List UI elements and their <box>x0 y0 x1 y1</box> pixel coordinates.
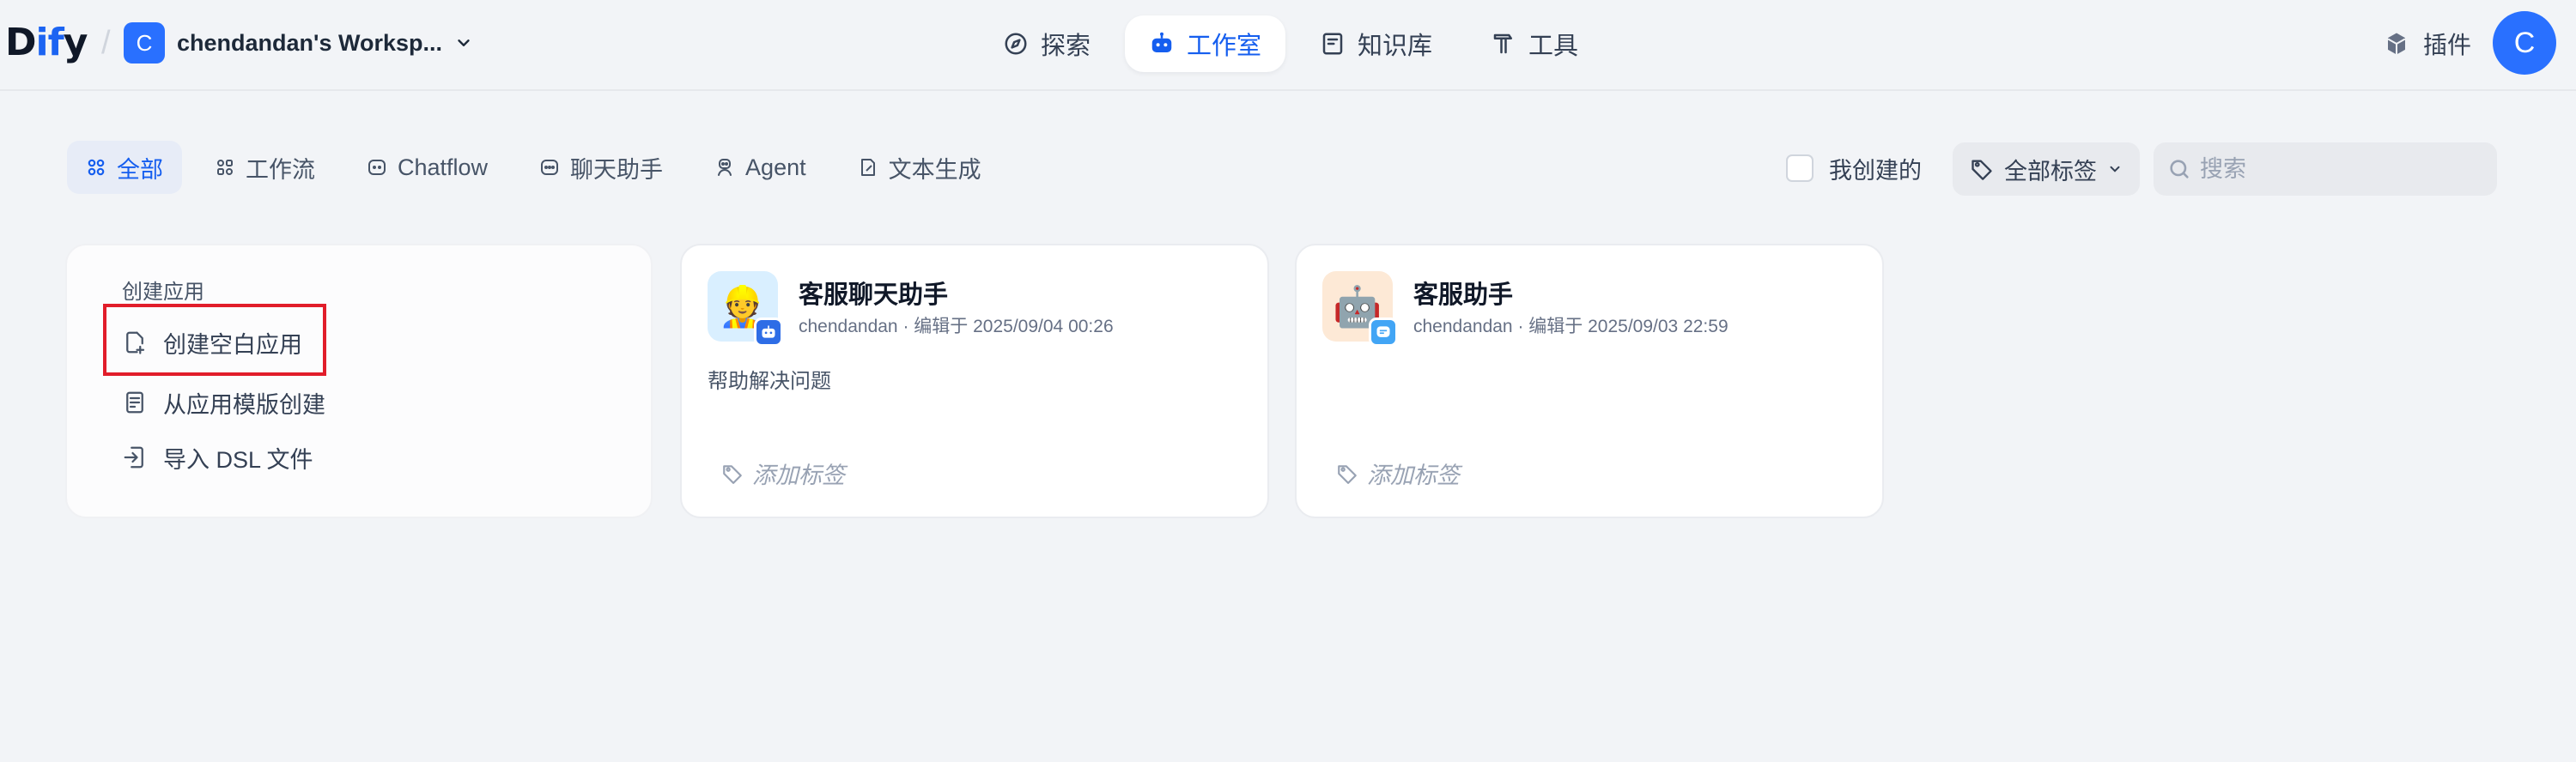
chat-bubble-icon <box>539 157 560 178</box>
created-by-me-checkbox[interactable] <box>1786 154 1814 182</box>
blank-file-icon <box>122 330 148 355</box>
created-by-me-filter[interactable]: 我创建的 <box>1786 151 1922 185</box>
plugin-label: 插件 <box>2423 32 2472 58</box>
app-card[interactable]: 🤖 客服助手 chendandan · 编辑于 2025/09/03 22:59… <box>1295 244 1884 518</box>
add-tag-label: 添加标签 <box>1367 463 1460 488</box>
chat-badge-icon <box>1369 318 1398 347</box>
app-name: 客服助手 <box>1413 281 1514 309</box>
create-blank-app-button[interactable]: 创建空白应用 <box>122 323 302 362</box>
user-avatar[interactable]: C <box>2493 11 2556 75</box>
search-box <box>2154 142 2497 196</box>
app-author: chendandan <box>1413 317 1513 336</box>
logo-part: D <box>5 21 37 64</box>
document-icon <box>858 157 878 178</box>
robot-icon <box>1149 31 1175 57</box>
import-dsl-label: 导入 DSL 文件 <box>163 446 313 473</box>
nav-knowledge-label: 知识库 <box>1358 33 1433 60</box>
book-icon <box>1320 31 1346 57</box>
workspace-name: chendandan's Worksp... <box>177 29 442 56</box>
app-meta: chendandan · 编辑于 2025/09/03 22:59 <box>1413 312 1728 338</box>
import-icon <box>122 444 148 470</box>
agent-badge-icon <box>754 318 783 347</box>
logo-part: y <box>63 21 88 64</box>
nav-tools[interactable]: 工具 <box>1467 15 1602 72</box>
app-icon: 👷 <box>708 271 783 347</box>
add-tag-button[interactable]: 添加标签 <box>1336 457 1460 490</box>
search-icon <box>2167 157 2191 181</box>
grid-icon <box>86 157 106 178</box>
import-dsl-button[interactable]: 导入 DSL 文件 <box>122 438 313 477</box>
plugin-button[interactable]: 插件 <box>2366 21 2488 67</box>
create-from-template-label: 从应用模版创建 <box>163 391 325 418</box>
search-input[interactable] <box>2200 155 2483 183</box>
tab-label: Chatflow <box>398 154 489 180</box>
tab-label: 工作流 <box>246 156 315 183</box>
app-edited: · 编辑于 2025/09/03 22:59 <box>1517 317 1728 336</box>
app-description: 帮助解决问题 <box>708 370 831 393</box>
tab-label: 全部 <box>117 156 163 183</box>
app-icon: 🤖 <box>1322 271 1398 347</box>
nav-knowledge[interactable]: 知识库 <box>1296 15 1456 72</box>
breadcrumb-separator: / <box>101 25 111 61</box>
app-name: 客服聊天助手 <box>799 281 949 309</box>
hammer-icon <box>1491 31 1516 57</box>
cube-icon <box>2384 31 2409 57</box>
nav-tools-label: 工具 <box>1528 33 1579 60</box>
nav-studio[interactable]: 工作室 <box>1125 15 1286 72</box>
workflow-icon <box>215 157 235 178</box>
create-from-template-button[interactable]: 从应用模版创建 <box>122 383 325 422</box>
nav-studio-label: 工作室 <box>1187 33 1262 60</box>
main-nav: 探索 工作室 知识库 工具 <box>979 15 1602 72</box>
app-author: chendandan <box>799 317 898 336</box>
tab-agent[interactable]: Agent <box>696 141 825 194</box>
create-app-title: 创建应用 <box>122 281 204 304</box>
tab-label: 文本生成 <box>888 156 981 183</box>
tab-text-generation[interactable]: 文本生成 <box>839 141 1000 194</box>
tag-icon <box>1970 157 1994 181</box>
agent-icon <box>714 157 735 178</box>
nav-explore-label: 探索 <box>1041 33 1091 60</box>
app-type-tabs: 全部 工作流 Chatflow 聊天助手 Agent 文本生成 <box>67 141 1000 194</box>
tag-filter-dropdown[interactable]: 全部标签 <box>1953 142 2140 196</box>
add-tag-label: 添加标签 <box>752 463 845 488</box>
add-tag-button[interactable]: 添加标签 <box>721 457 845 490</box>
create-app-card: 创建应用 创建空白应用 从应用模版创建 导入 DSL 文件 <box>65 244 653 518</box>
tag-icon <box>1336 463 1358 485</box>
top-header: Dify / C chendandan's Worksp... 探索 工作室 知… <box>0 0 2576 91</box>
created-by-me-label: 我创建的 <box>1829 157 1922 184</box>
dify-logo[interactable]: Dify <box>5 19 88 67</box>
tab-workflow[interactable]: 工作流 <box>196 141 334 194</box>
tab-label: 聊天助手 <box>570 156 664 183</box>
tab-all[interactable]: 全部 <box>67 141 182 194</box>
workspace-avatar: C <box>124 22 165 64</box>
nav-explore[interactable]: 探索 <box>979 15 1115 72</box>
chevron-down-icon <box>2107 161 2123 177</box>
template-icon <box>122 390 148 415</box>
compass-icon <box>1003 31 1029 57</box>
tab-label: Agent <box>745 154 806 180</box>
tab-chat-assistant[interactable]: 聊天助手 <box>520 141 682 194</box>
app-edited: · 编辑于 2025/09/04 00:26 <box>902 317 1114 336</box>
create-blank-app-label: 创建空白应用 <box>163 331 302 358</box>
tab-chatflow[interactable]: Chatflow <box>348 141 507 194</box>
app-meta: chendandan · 编辑于 2025/09/04 00:26 <box>799 312 1114 338</box>
chatflow-icon <box>367 157 387 178</box>
workspace-switcher[interactable]: C chendandan's Worksp... <box>124 22 473 64</box>
tag-icon <box>721 463 744 485</box>
tag-filter-label: 全部标签 <box>2004 158 2097 184</box>
chevron-down-icon <box>454 33 473 52</box>
app-card[interactable]: 👷 客服聊天助手 chendandan · 编辑于 2025/09/04 00:… <box>680 244 1269 518</box>
logo-part-accent: if <box>35 21 64 64</box>
